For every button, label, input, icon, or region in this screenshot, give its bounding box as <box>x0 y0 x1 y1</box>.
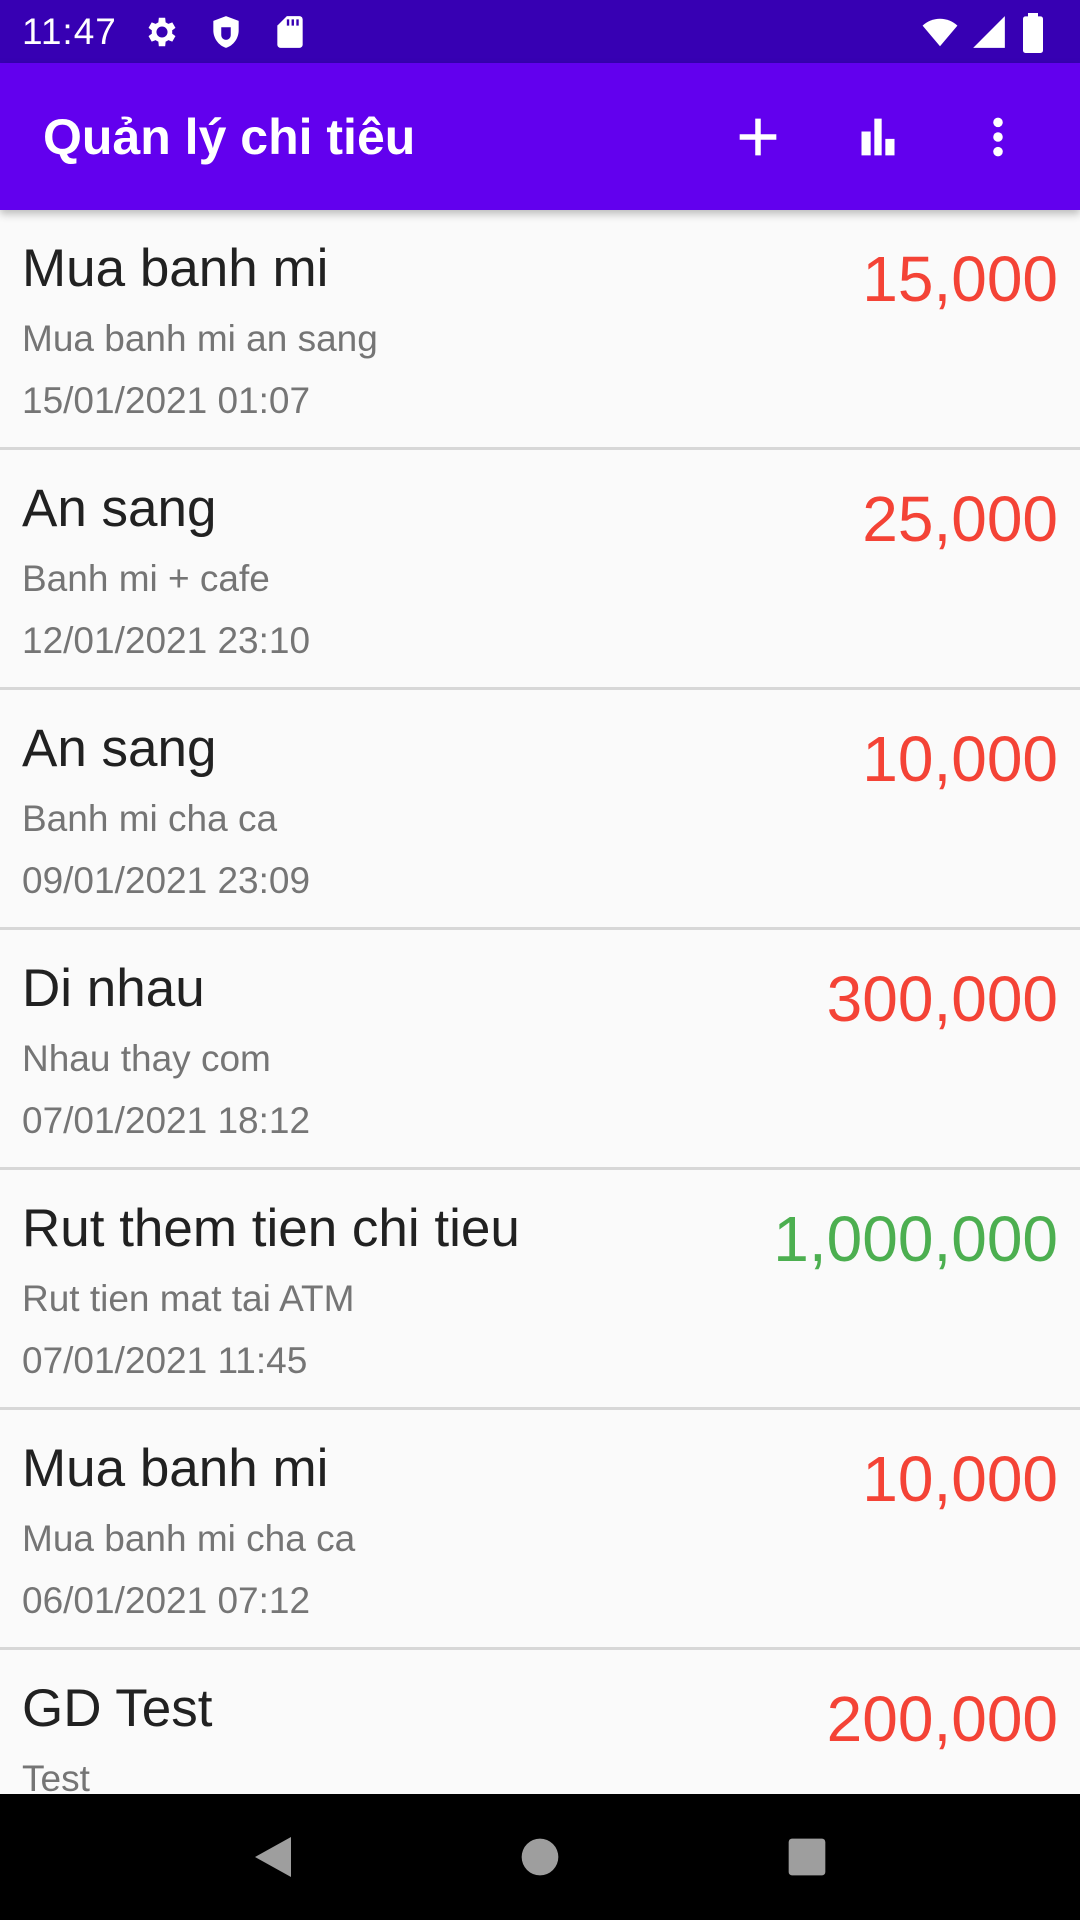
item-description: Rut tien mat tai ATM <box>22 1278 355 1319</box>
add-button[interactable] <box>698 77 818 197</box>
shield-icon <box>207 13 245 51</box>
statistics-button[interactable] <box>818 77 938 197</box>
back-button[interactable] <box>213 1797 333 1917</box>
item-description: Banh mi + cafe <box>22 558 270 599</box>
add-icon <box>739 118 777 155</box>
item-title: GD Test <box>22 1679 213 1738</box>
app-bar: Quản lý chi tiêu <box>0 63 1080 210</box>
item-amount: 200,000 <box>826 1683 1058 1755</box>
list-item[interactable]: GD Test Test 200,000 <box>0 1650 1080 1794</box>
gear-icon <box>143 13 181 51</box>
transaction-list[interactable]: Mua banh mi Mua banh mi an sang 15/01/20… <box>0 210 1080 1794</box>
item-amount: 15,000 <box>862 243 1058 315</box>
item-title: Mua banh mi <box>22 239 329 298</box>
status-bar: 11:47 <box>0 0 1080 63</box>
item-date: 07/01/2021 18:12 <box>22 1100 311 1141</box>
status-time: 11:47 <box>22 10 117 52</box>
item-date: 07/01/2021 11:45 <box>22 1340 308 1381</box>
item-date: 12/01/2021 23:10 <box>22 620 311 661</box>
app-actions <box>698 77 1058 197</box>
recents-icon <box>788 1838 825 1876</box>
item-title: Rut them tien chi tieu <box>22 1199 520 1258</box>
screen: 11:47 Quản lý chi tiêu Mua banh mi Mua b… <box>0 0 1080 1920</box>
item-amount: 10,000 <box>862 1443 1058 1515</box>
wifi-icon <box>920 13 958 51</box>
item-amount: 10,000 <box>862 723 1058 795</box>
back-icon <box>255 1837 292 1877</box>
more-options-button[interactable] <box>938 77 1058 197</box>
item-title: An sang <box>22 479 217 538</box>
item-description: Nhau thay com <box>22 1038 271 1079</box>
list-item[interactable]: An sang Banh mi cha ca 09/01/2021 23:09 … <box>0 690 1080 930</box>
home-button[interactable] <box>480 1797 600 1917</box>
item-date: 15/01/2021 01:07 <box>22 380 311 421</box>
item-description: Mua banh mi cha ca <box>22 1518 356 1559</box>
item-date: 06/01/2021 07:12 <box>22 1580 311 1621</box>
more-vert-icon <box>993 117 1003 156</box>
battery-icon <box>1020 12 1058 53</box>
recents-button[interactable] <box>747 1797 867 1917</box>
status-left: 11:47 <box>22 11 309 53</box>
list-item[interactable]: Mua banh mi Mua banh mi cha ca 06/01/202… <box>0 1410 1080 1650</box>
navigation-bar <box>0 1794 1080 1920</box>
item-amount: 300,000 <box>826 963 1058 1035</box>
item-amount: 1,000,000 <box>773 1203 1058 1275</box>
list-item[interactable]: An sang Banh mi + cafe 12/01/2021 23:10 … <box>0 450 1080 690</box>
list-item[interactable]: Rut them tien chi tieu Rut tien mat tai … <box>0 1170 1080 1410</box>
app-title: Quản lý chi tiêu <box>43 108 416 165</box>
item-description: Mua banh mi an sang <box>22 318 378 359</box>
item-title: An sang <box>22 719 217 778</box>
status-right <box>920 12 1058 53</box>
bar-chart-icon <box>861 118 895 155</box>
item-description: Test <box>22 1758 90 1794</box>
item-amount: 25,000 <box>862 483 1058 555</box>
item-date: 09/01/2021 23:09 <box>22 860 311 901</box>
item-title: Mua banh mi <box>22 1439 329 1498</box>
list-item[interactable]: Di nhau Nhau thay com 07/01/2021 18:12 3… <box>0 930 1080 1170</box>
item-title: Di nhau <box>22 959 205 1018</box>
signal-icon <box>970 13 1008 51</box>
home-icon <box>521 1838 559 1876</box>
item-description: Banh mi cha ca <box>22 798 278 839</box>
list-item[interactable]: Mua banh mi Mua banh mi an sang 15/01/20… <box>0 210 1080 450</box>
sd-card-icon <box>271 13 309 51</box>
